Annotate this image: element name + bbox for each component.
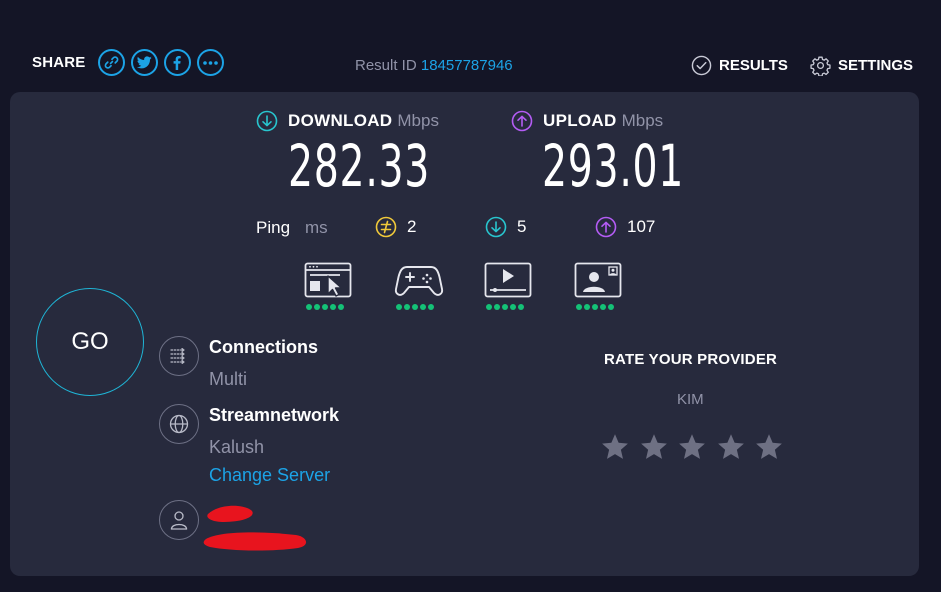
upload-label: UPLOAD [543, 111, 617, 130]
upload-arrow-icon [511, 110, 533, 132]
result-id-label: Result ID [355, 57, 417, 74]
check-circle-icon [691, 55, 712, 76]
ping-upload: 107 [595, 216, 655, 238]
connections-title: Connections [209, 337, 319, 357]
connections-icon-circle [159, 336, 199, 376]
facebook-icon [173, 55, 181, 70]
quality-video-chat[interactable] [574, 262, 624, 310]
star-icon[interactable] [639, 432, 669, 462]
download-unit: Mbps [397, 111, 439, 130]
settings-label: SETTINGS [838, 57, 914, 74]
results-button[interactable]: RESULTS [691, 55, 788, 76]
settings-button[interactable]: SETTINGS [810, 55, 913, 76]
go-button[interactable]: GO [36, 288, 144, 396]
star-rating [600, 432, 793, 462]
user-icon [170, 511, 188, 530]
ping-unit: ms [305, 218, 328, 237]
quality-web-browsing[interactable] [304, 262, 354, 310]
link-icon [104, 56, 118, 69]
redaction-scribble [203, 505, 307, 551]
ping-idle: 2 [375, 216, 416, 238]
download-header: DOWNLOAD Mbps [256, 110, 439, 132]
share-more-button[interactable] [196, 49, 224, 76]
upload-header: UPLOAD Mbps [511, 110, 663, 132]
quality-rating-dots [486, 304, 534, 310]
server-name: Streamnetwork [209, 405, 340, 425]
server-location: Kalush [209, 437, 265, 457]
ping-label: Ping [256, 218, 291, 237]
results-label: RESULTS [719, 57, 788, 74]
provider-name: KIM [677, 391, 704, 408]
quality-video-streaming[interactable] [484, 262, 534, 310]
twitter-icon [136, 56, 152, 69]
share-label: SHARE [32, 54, 86, 71]
user-icon-circle [159, 500, 199, 540]
star-icon[interactable] [600, 432, 630, 462]
ping-upload-value: 107 [627, 217, 656, 236]
quality-gaming[interactable] [394, 262, 444, 310]
share-group: SHARE [32, 49, 224, 76]
star-icon[interactable] [716, 432, 746, 462]
quality-rating-dots [396, 304, 444, 310]
share-facebook-button[interactable] [163, 49, 191, 76]
download-ping-icon [485, 216, 507, 238]
star-icon[interactable] [754, 432, 784, 462]
more-icon [202, 60, 218, 65]
share-twitter-button[interactable] [130, 49, 158, 76]
idle-ping-icon [375, 216, 397, 238]
rate-provider-title: RATE YOUR PROVIDER [604, 351, 778, 368]
result-panel [10, 92, 919, 576]
change-server-link[interactable]: Change Server [209, 465, 330, 486]
quality-rating-dots [306, 304, 354, 310]
upload-value: 293.01 [542, 132, 685, 200]
web-browsing-icon [304, 262, 352, 298]
go-label: GO [71, 328, 109, 355]
download-value: 282.33 [288, 132, 431, 200]
connections-value: Multi [209, 369, 248, 389]
video-streaming-icon [484, 262, 532, 298]
gear-icon [810, 56, 831, 76]
download-arrow-icon [256, 110, 278, 132]
result-id: Result ID 18457787946 [355, 57, 513, 74]
globe-icon [169, 414, 189, 434]
star-icon[interactable] [677, 432, 707, 462]
connections-icon [170, 348, 185, 364]
ping-download-value: 5 [517, 217, 527, 236]
video-chat-icon [574, 262, 622, 298]
quality-rating-dots [576, 304, 624, 310]
server-icon-circle [159, 404, 199, 444]
download-label: DOWNLOAD [288, 111, 393, 130]
upload-ping-icon [595, 216, 617, 238]
share-link-button[interactable] [97, 49, 125, 76]
result-id-link[interactable]: 18457787946 [421, 57, 513, 74]
ping-idle-value: 2 [407, 217, 417, 236]
gaming-icon [394, 266, 444, 296]
top-bar: SHARE Result ID 18457787946 RESULTS SETT… [0, 0, 941, 92]
ping-download: 5 [485, 216, 526, 238]
upload-unit: Mbps [621, 111, 664, 130]
